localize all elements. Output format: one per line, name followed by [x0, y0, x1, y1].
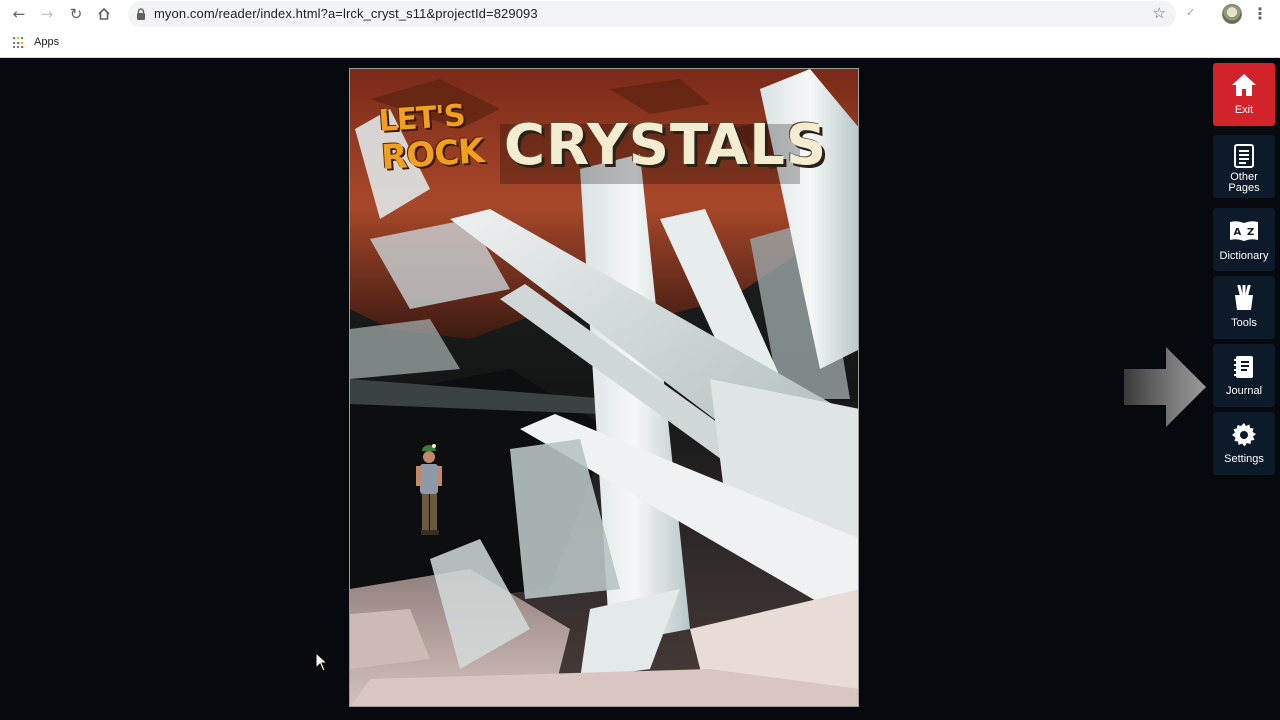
forward-arrow-icon[interactable]: → [36, 4, 58, 24]
exit-label: Exit [1234, 104, 1254, 116]
exit-button[interactable]: Exit [1213, 63, 1275, 126]
svg-text:A: A [1234, 227, 1242, 238]
home-browser-icon[interactable] [93, 4, 115, 24]
apps-bookmark-label[interactable]: Apps [34, 36, 59, 48]
dictionary-label: Dictionary [1219, 250, 1269, 262]
series-title-line2: ROCK [379, 131, 485, 179]
home-icon [1213, 73, 1275, 97]
url-text[interactable]: myon.com/reader/index.html?a=lrck_cryst_… [154, 6, 538, 21]
lock-icon [137, 8, 145, 20]
other-pages-label-line2: Pages [1228, 182, 1260, 194]
dictionary-button[interactable]: AZ Dictionary [1213, 208, 1275, 271]
bookmark-star-icon[interactable]: ☆ [1153, 4, 1166, 22]
browser-toolbar: ← → ↻ myon.com/reader/index.html?a=lrck_… [0, 0, 1280, 29]
journal-icon [1213, 355, 1275, 379]
next-page-arrow-icon[interactable] [1124, 347, 1206, 427]
book-title: CRYSTALS [504, 113, 828, 178]
tools-cup-icon [1213, 285, 1275, 311]
mouse-cursor-icon [315, 652, 329, 672]
browser-menu-icon[interactable]: ⋮ [1252, 4, 1268, 24]
extension-icon[interactable]: ✓ [1186, 6, 1195, 19]
back-arrow-icon[interactable]: ← [8, 4, 30, 24]
tools-label: Tools [1231, 317, 1257, 329]
journal-label: Journal [1225, 385, 1263, 397]
reload-icon[interactable]: ↻ [65, 4, 87, 24]
bookmarks-bar: Apps [0, 29, 1280, 58]
book-cover-page[interactable]: LET'S ROCK CRYSTALS [349, 68, 859, 707]
svg-text:Z: Z [1247, 227, 1254, 238]
gear-icon [1213, 423, 1275, 447]
journal-button[interactable]: Journal [1213, 344, 1275, 407]
settings-button[interactable]: Settings [1213, 412, 1275, 475]
tools-button[interactable]: Tools [1213, 276, 1275, 339]
other-pages-button[interactable]: Other Pages [1213, 135, 1275, 198]
pages-list-icon [1213, 144, 1275, 168]
settings-label: Settings [1224, 453, 1264, 465]
apps-grid-icon[interactable] [13, 37, 25, 49]
address-bar[interactable]: myon.com/reader/index.html?a=lrck_cryst_… [128, 1, 1176, 27]
series-title: LET'S ROCK [378, 98, 485, 179]
dictionary-az-icon: AZ [1213, 220, 1275, 242]
profile-avatar[interactable] [1222, 4, 1242, 24]
